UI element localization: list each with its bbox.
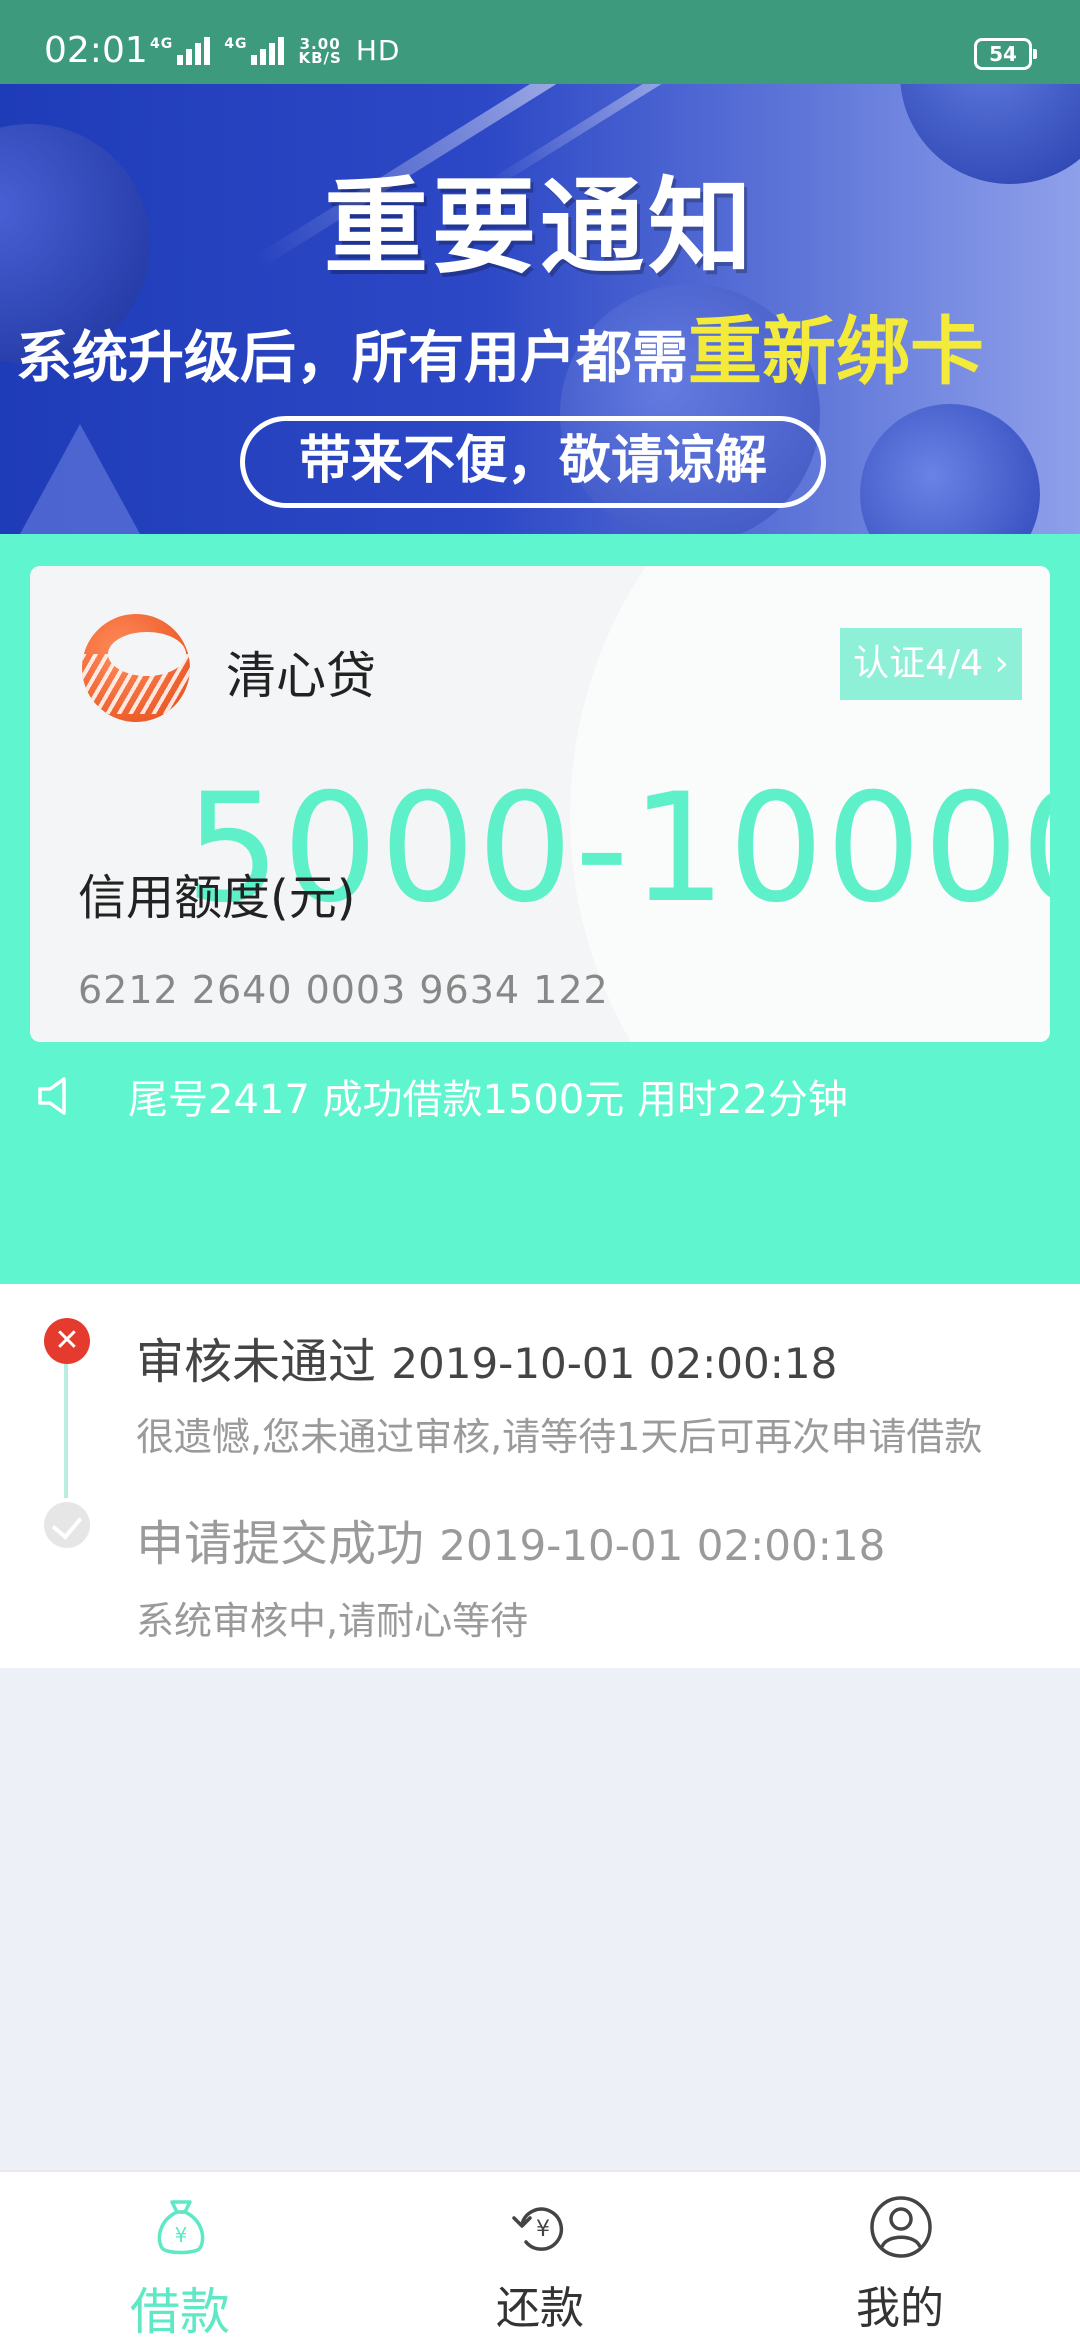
money-bag-icon: ¥ bbox=[157, 2200, 205, 2255]
speaker-icon bbox=[38, 1077, 66, 1115]
tab-label: 还款 bbox=[496, 2283, 584, 2334]
signal-2-icon: 4G bbox=[224, 35, 285, 65]
tab-label: 借款 bbox=[130, 2283, 230, 2340]
record-description: 系统审核中,请耐心等待 bbox=[136, 1599, 529, 1643]
record-title: 申请提交成功 bbox=[136, 1516, 425, 1572]
record-time: 2019-10-01 02:00:18 bbox=[391, 1339, 838, 1388]
profile-icon bbox=[870, 2196, 932, 2258]
record-description: 很遗憾,您未通过审核,请等待1天后可再次申请借款 bbox=[136, 1415, 983, 1459]
timeline-item-title: 申请提交成功 2019-10-01 02:00:18 bbox=[136, 1504, 885, 1574]
svg-text:¥: ¥ bbox=[536, 2217, 550, 2242]
status-time: 02:01 bbox=[44, 30, 148, 71]
hd-indicator: HD bbox=[355, 34, 401, 67]
credit-label: 信用额度(元) bbox=[78, 870, 356, 926]
product-name: 清心贷 bbox=[226, 647, 376, 705]
banner-title: 重要通知 bbox=[323, 166, 756, 288]
net-speed: 3.00 KB/S bbox=[298, 36, 342, 67]
bottom-tab-bar: ¥ 借款 ¥ 还款 我的 bbox=[0, 2170, 1080, 2340]
app-screen: 02:01 4G 4G 3.00 KB/S HD 54 重要通知 系统升级后，所… bbox=[0, 0, 1080, 2340]
tab-mine[interactable]: 我的 bbox=[720, 2172, 1080, 2340]
banner-subtitle: 系统升级后，所有用户都需重新绑卡 bbox=[16, 292, 1076, 399]
notice-text: 尾号2417 成功借款1500元 用时22分钟 bbox=[128, 1077, 848, 1123]
record-time: 2019-10-01 02:00:18 bbox=[439, 1521, 886, 1570]
banner-highlight: 重新绑卡 bbox=[688, 309, 984, 395]
notice-banner[interactable]: 重要通知 系统升级后，所有用户都需重新绑卡 带来不便，敬请谅解 bbox=[0, 84, 1080, 534]
check-status-icon bbox=[44, 1502, 90, 1548]
certification-button[interactable]: 认证4/4 › bbox=[840, 628, 1022, 700]
net-speed-unit: KB/S bbox=[298, 48, 342, 67]
network-type-2: 4G bbox=[224, 35, 248, 52]
tab-borrow[interactable]: ¥ 借款 bbox=[0, 2172, 360, 2340]
banner-pill: 带来不便，敬请谅解 bbox=[240, 416, 826, 508]
svg-text:¥: ¥ bbox=[175, 2223, 188, 2247]
product-logo-icon bbox=[82, 614, 190, 722]
bank-card-number: 6212 2640 0003 9634 122 bbox=[78, 968, 609, 1012]
signal-1-icon: 4G bbox=[150, 35, 211, 65]
banner-subtitle-text: 系统升级后，所有用户都需 bbox=[16, 326, 688, 391]
loan-notice-marquee: 尾号2417 成功借款1500元 用时22分钟 bbox=[34, 1066, 848, 1126]
tab-repay[interactable]: ¥ 还款 bbox=[360, 2172, 720, 2340]
battery-icon: 54 bbox=[974, 38, 1037, 70]
application-timeline: ✕ 审核未通过 2019-10-01 02:00:18 很遗憾,您未通过审核,请… bbox=[0, 1284, 1080, 1668]
rejected-status-icon: ✕ bbox=[44, 1318, 90, 1364]
network-type-1: 4G bbox=[150, 35, 174, 52]
record-title: 审核未通过 bbox=[136, 1334, 377, 1390]
tab-label: 我的 bbox=[856, 2283, 944, 2334]
loan-product-card[interactable]: 清心贷 认证4/4 › 5000-10000 信用额度(元) 6212 2640… bbox=[30, 566, 1050, 1042]
repay-icon: ¥ bbox=[512, 2207, 564, 2251]
network-indicators: 4G 4G 3.00 KB/S HD bbox=[150, 34, 400, 67]
status-bar: 02:01 4G 4G 3.00 KB/S HD 54 bbox=[0, 0, 1080, 84]
timeline-item-title: 审核未通过 2019-10-01 02:00:18 bbox=[136, 1322, 837, 1392]
chevron-right-icon: › bbox=[983, 643, 1009, 684]
certification-label: 认证4/4 bbox=[853, 643, 984, 684]
